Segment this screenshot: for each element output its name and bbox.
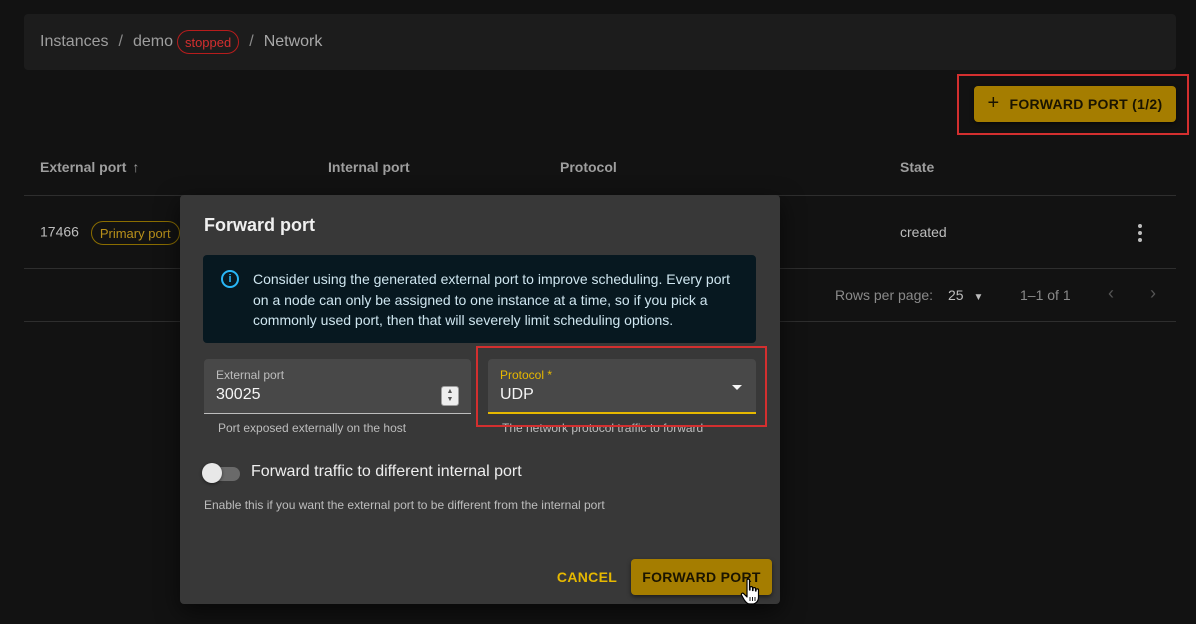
dropdown-arrow-icon bbox=[732, 385, 742, 390]
column-header-internal-port[interactable]: Internal port bbox=[328, 159, 410, 175]
toggle-label: Forward traffic to different internal po… bbox=[251, 463, 522, 480]
toggle-helper: Enable this if you want the external por… bbox=[204, 498, 605, 512]
column-header-label: Protocol bbox=[560, 159, 617, 175]
column-header-label: Internal port bbox=[328, 159, 410, 175]
dialog-title: Forward port bbox=[204, 215, 315, 235]
external-port-helper: Port exposed externally on the host bbox=[218, 421, 407, 435]
column-header-external-port[interactable]: External port ↑ bbox=[40, 159, 139, 175]
external-port-value: 17466 bbox=[40, 223, 79, 240]
column-header-label: External port bbox=[40, 159, 127, 175]
rows-per-page-value: 25 bbox=[948, 287, 964, 303]
protocol-value: UDP bbox=[500, 386, 534, 403]
page: Instances / demo stopped / Network + FOR… bbox=[0, 0, 1196, 624]
breadcrumb-instance-link[interactable]: demo bbox=[133, 33, 173, 51]
more-vert-icon[interactable] bbox=[1132, 221, 1148, 245]
info-alert: i Consider using the generated external … bbox=[203, 255, 756, 343]
state-cell: created bbox=[900, 224, 947, 240]
cancel-button[interactable]: CANCEL bbox=[552, 559, 622, 595]
stepper-icon[interactable]: ▲ ▼ bbox=[441, 386, 459, 406]
plus-icon: + bbox=[987, 92, 1000, 114]
hand-cursor-icon bbox=[740, 578, 760, 605]
breadcrumb-current: Network bbox=[263, 33, 323, 50]
forward-port-button[interactable]: + FORWARD PORT (1/2) bbox=[974, 86, 1176, 122]
forward-port-dialog: Forward port i Consider using the genera… bbox=[180, 195, 780, 604]
column-header-state[interactable]: State bbox=[900, 159, 934, 175]
external-port-field[interactable]: External port 30025 ▲ ▼ bbox=[204, 359, 471, 414]
caret-down-icon: ▼ bbox=[973, 292, 984, 303]
chevron-right-icon[interactable]: › bbox=[1150, 283, 1156, 304]
external-port-input[interactable]: 30025 bbox=[216, 386, 261, 404]
toggle-thumb bbox=[202, 463, 222, 483]
forward-port-button-label: FORWARD PORT (1/2) bbox=[1009, 96, 1163, 112]
breadcrumb-separator: / bbox=[118, 33, 123, 50]
protocol-helper: The network protocol traffic to forward bbox=[502, 421, 704, 435]
info-alert-text: Consider using the generated external po… bbox=[253, 271, 731, 328]
info-icon: i bbox=[221, 270, 239, 288]
rows-per-page-label: Rows per page: bbox=[835, 287, 934, 303]
breadcrumb-instances-link[interactable]: Instances bbox=[40, 33, 108, 51]
breadcrumb: Instances / demo stopped / Network bbox=[24, 14, 1176, 70]
external-port-cell: 17466 Primary port bbox=[40, 221, 180, 245]
column-header-protocol[interactable]: Protocol bbox=[560, 159, 617, 175]
internal-port-toggle[interactable] bbox=[202, 463, 240, 483]
protocol-label: Protocol * bbox=[500, 368, 553, 382]
external-port-label: External port bbox=[216, 368, 285, 382]
column-header-label: State bbox=[900, 159, 935, 175]
breadcrumb-separator: / bbox=[249, 33, 254, 50]
rows-per-page-select[interactable]: 25 ▼ bbox=[948, 287, 983, 303]
arrow-up-icon: ↑ bbox=[132, 159, 140, 175]
protocol-select[interactable]: Protocol * UDP bbox=[488, 359, 756, 414]
table-header: External port ↑ Internal port Protocol S… bbox=[24, 140, 1176, 196]
pagination-range: 1–1 of 1 bbox=[1020, 287, 1071, 303]
status-badge: stopped bbox=[176, 30, 240, 54]
primary-port-badge: Primary port bbox=[90, 221, 180, 245]
chevron-left-icon[interactable]: ‹ bbox=[1108, 283, 1114, 304]
